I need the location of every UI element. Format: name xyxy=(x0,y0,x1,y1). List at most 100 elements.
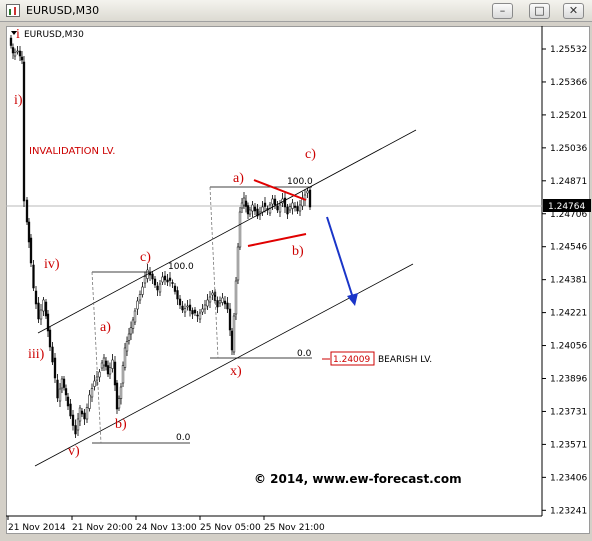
price-tick-label: 1.24221 xyxy=(550,309,587,319)
candle-body xyxy=(198,312,202,320)
candle-body xyxy=(58,388,62,402)
candle-body xyxy=(161,276,164,283)
wave-label-b-left: b) xyxy=(115,417,127,432)
wave-label-c-right: c) xyxy=(305,147,316,162)
price-tick-label: 1.25036 xyxy=(550,144,587,154)
candle-body xyxy=(125,341,129,352)
wave-label-i: i xyxy=(16,27,20,42)
candle-body xyxy=(88,394,91,409)
candle-body xyxy=(216,300,219,308)
candle-body xyxy=(191,310,194,315)
invalidation-label: INVALIDATION LV. xyxy=(29,146,115,157)
candle-body xyxy=(123,347,127,368)
candle-body xyxy=(74,425,77,435)
candle-body xyxy=(11,47,15,54)
candle-body xyxy=(136,300,139,310)
candle-body xyxy=(13,52,17,57)
candle-body xyxy=(211,292,214,296)
candle-body xyxy=(44,301,48,317)
candle-body xyxy=(178,298,182,306)
time-tick-label: 21 Nov 20:00 xyxy=(72,523,133,533)
candle-body xyxy=(69,403,72,417)
candle-body xyxy=(32,264,35,289)
candle-body xyxy=(293,205,297,208)
candle-body xyxy=(29,237,33,264)
price-tick-label: 1.25532 xyxy=(550,45,587,55)
candle-body xyxy=(48,329,52,348)
candle-body xyxy=(106,365,110,375)
candle-body xyxy=(288,206,292,211)
candle-body xyxy=(121,365,125,384)
candle-body xyxy=(93,380,96,387)
candle-body xyxy=(273,198,277,206)
candle-body xyxy=(291,202,294,209)
candle-body xyxy=(64,388,68,396)
candle-body xyxy=(208,296,212,303)
candle-body xyxy=(153,278,157,286)
candle-body xyxy=(278,204,282,213)
price-tick-label: 1.23241 xyxy=(550,506,587,516)
candle-body xyxy=(166,279,169,283)
candle-body xyxy=(246,205,250,215)
bearish-arrow xyxy=(326,216,354,299)
candle-body xyxy=(263,202,267,207)
candle-body xyxy=(129,327,133,335)
candle-body xyxy=(100,362,104,369)
candle-body xyxy=(244,200,248,207)
wave-label-i-paren: i) xyxy=(14,93,23,108)
candle-body xyxy=(119,386,123,399)
candle-body xyxy=(236,246,240,281)
price-tick-label: 1.25366 xyxy=(550,78,587,88)
candle-body xyxy=(158,283,162,293)
candles xyxy=(9,35,312,438)
candle-body xyxy=(228,308,232,331)
price-tick-label: 1.24546 xyxy=(550,243,587,253)
candle-body xyxy=(163,275,167,281)
candle-body xyxy=(230,330,234,351)
candle-body xyxy=(71,414,75,426)
bearish-arrowhead xyxy=(347,293,358,306)
fib-dashed-left xyxy=(91,271,102,444)
candle-body xyxy=(168,277,172,281)
candle-body xyxy=(206,299,209,307)
bearish-level-value: 1.24009 xyxy=(333,355,370,365)
wave-label-iv: iv) xyxy=(44,257,60,272)
candle-body xyxy=(78,407,82,422)
candle-body xyxy=(296,206,299,212)
candle-body xyxy=(156,285,159,291)
candle-body xyxy=(203,304,207,310)
wave-label-v: v) xyxy=(68,444,80,459)
price-tick-label: 1.24871 xyxy=(550,177,587,187)
candle-body xyxy=(234,280,238,315)
candle-body xyxy=(108,367,112,375)
candle-body xyxy=(251,204,254,212)
price-chart: 1.25532 1.25366 1.25201 1.25036 1.24871 1.247… xyxy=(6,26,591,533)
candle-body xyxy=(111,359,114,369)
level-100-right-label: 100.0 xyxy=(287,177,313,187)
candle-body xyxy=(117,398,121,409)
candle-body xyxy=(62,378,66,388)
wave-label-a-left: a) xyxy=(100,320,111,335)
candle-body xyxy=(115,382,119,410)
candle-body xyxy=(173,285,177,292)
candle-body xyxy=(53,357,57,379)
candle-body xyxy=(90,388,94,398)
candle-body xyxy=(188,304,192,311)
candle-body xyxy=(298,204,302,212)
candle-body xyxy=(133,310,137,323)
price-tick-label: 1.23731 xyxy=(550,407,587,417)
candle-body xyxy=(83,412,86,420)
candle-body xyxy=(37,302,40,320)
candle-body xyxy=(242,197,246,206)
candle-body xyxy=(20,56,24,61)
candle-body xyxy=(22,61,26,202)
channel-upper-line xyxy=(37,129,417,334)
candle-body xyxy=(80,410,84,415)
candle-body xyxy=(131,319,135,329)
candle-body xyxy=(60,378,64,389)
candle-body xyxy=(143,276,147,284)
candle-body xyxy=(248,209,252,215)
candle-body xyxy=(181,305,184,311)
time-tick-label: 24 Nov 13:00 xyxy=(136,523,197,533)
candle-body xyxy=(127,333,131,341)
